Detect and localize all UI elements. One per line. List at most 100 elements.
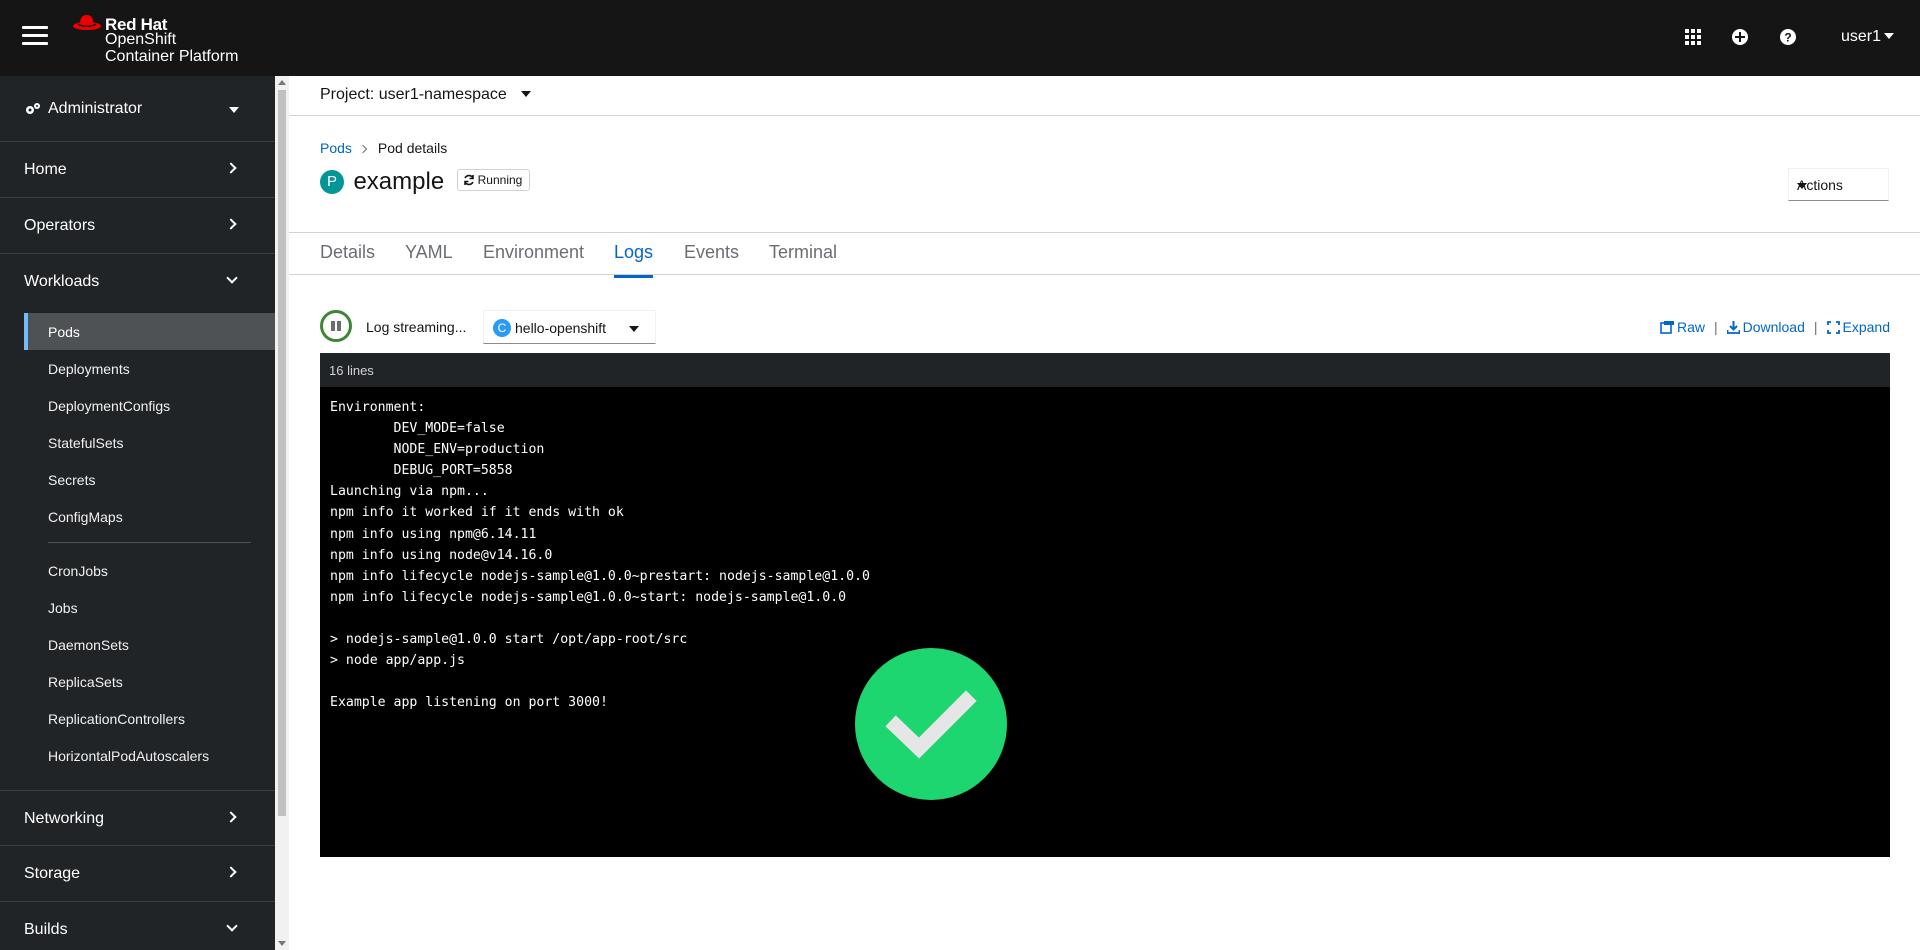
nav-section-label: Operators xyxy=(24,217,96,234)
sidebar-item-label: CronJobs xyxy=(48,563,108,579)
nav-section-home[interactable]: Home xyxy=(0,142,275,198)
caret-down-icon xyxy=(1797,183,1807,189)
help-icon[interactable]: ? xyxy=(1777,26,1799,48)
chevron-right-icon xyxy=(225,218,237,230)
nav-section-workloads[interactable]: Workloads xyxy=(0,254,275,310)
log-toolbar: Log streaming... C hello-openshift Raw | D… xyxy=(320,310,1890,344)
link-separator: | xyxy=(1713,319,1718,335)
sidebar-item-label: HorizontalPodAutoscalers xyxy=(48,748,210,764)
download-label: Download xyxy=(1742,319,1805,335)
log-line: Example app listening on port 3000! xyxy=(330,695,608,711)
expand-icon xyxy=(1826,321,1840,334)
sidebar-item-secrets[interactable]: Secrets xyxy=(24,461,275,498)
page-title-row: P example Running xyxy=(320,168,531,196)
expand-link[interactable]: Expand xyxy=(1826,319,1890,335)
sidebar-item-horizontalpodautoscalers[interactable]: HorizontalPodAutoscalers xyxy=(24,737,275,774)
project-label: Project: user1-namespace xyxy=(320,86,507,103)
sidebar-item-label: Pods xyxy=(48,324,80,340)
nav-section-builds[interactable]: Builds xyxy=(0,902,275,950)
sync-icon xyxy=(463,174,474,186)
brand-line-3: Container Platform xyxy=(105,48,239,65)
tab-yaml[interactable]: YAML xyxy=(405,242,453,263)
tab-environment[interactable]: Environment xyxy=(483,242,584,263)
external-window-icon xyxy=(1660,321,1674,334)
sidebar-item-deploymentconfigs[interactable]: DeploymentConfigs xyxy=(24,387,275,424)
log-window-header: 16 lines xyxy=(320,353,1890,387)
sidebar-item-pods[interactable]: Pods xyxy=(24,313,275,350)
log-line: NODE_ENV=production xyxy=(330,442,545,458)
container-resource-badge: C xyxy=(493,319,511,337)
sidebar-item-jobs[interactable]: Jobs xyxy=(24,589,275,626)
nav-section-storage[interactable]: Storage xyxy=(0,846,275,902)
log-line: > nodejs-sample@1.0.0 start /opt/app-roo… xyxy=(330,632,688,648)
actions-dropdown[interactable]: Actions xyxy=(1788,168,1889,201)
scroll-down-arrow-icon[interactable] xyxy=(278,941,286,946)
scrollbar-thumb[interactable] xyxy=(278,90,286,816)
raw-link[interactable]: Raw xyxy=(1660,319,1705,335)
sidebar-item-label: StatefulSets xyxy=(48,435,124,451)
raw-label: Raw xyxy=(1676,319,1705,335)
tab-details[interactable]: Details xyxy=(320,242,375,263)
sidebar-scrollbar[interactable] xyxy=(275,76,289,950)
status-text: Running xyxy=(477,173,523,187)
sidebar-item-deployments[interactable]: Deployments xyxy=(24,350,275,387)
nav-section-label: Networking xyxy=(24,810,105,827)
tab-logs[interactable]: Logs xyxy=(614,242,654,278)
sidebar-item-replicationcontrollers[interactable]: ReplicationControllers xyxy=(24,700,275,737)
perspective-switcher[interactable]: Administrator xyxy=(0,76,275,142)
caret-down-icon xyxy=(229,107,239,113)
nav-section-label: Workloads xyxy=(24,273,100,290)
project-bar: Project: user1-namespace xyxy=(289,76,1920,116)
sidebar-item-label: Jobs xyxy=(48,600,78,616)
log-line: npm info using node@v14.16.0 xyxy=(330,547,553,563)
container-selector[interactable]: C hello-openshift xyxy=(483,310,656,344)
log-window[interactable]: 16 lines Environment: DEV_MODE=false NOD… xyxy=(320,353,1890,857)
download-link[interactable]: Download xyxy=(1726,319,1805,335)
nav-section-label: Builds xyxy=(24,921,68,938)
nav-section-label: Storage xyxy=(24,865,81,882)
tab-events[interactable]: Events xyxy=(684,242,739,263)
plus-circle-icon[interactable] xyxy=(1729,26,1751,48)
sidebar-item-replicasets[interactable]: ReplicaSets xyxy=(24,663,275,700)
sidebar-nav: Administrator Home Operators Workloads P… xyxy=(0,76,275,950)
log-line: DEV_MODE=false xyxy=(330,421,505,437)
sidebar-item-statefulsets[interactable]: StatefulSets xyxy=(24,424,275,461)
svg-text:?: ? xyxy=(1784,31,1791,45)
nav-section-operators[interactable]: Operators xyxy=(0,198,275,254)
log-line: npm info lifecycle nodejs-sample@1.0.0~p… xyxy=(330,568,870,584)
chevron-right-icon xyxy=(225,162,237,174)
chevron-down-icon xyxy=(226,920,238,932)
sidebar-item-label: DaemonSets xyxy=(48,637,129,653)
breadcrumb-pods-link[interactable]: Pods xyxy=(320,140,352,156)
log-line: npm info using npm@6.14.11 xyxy=(330,526,537,542)
pod-resource-badge: P xyxy=(320,170,344,194)
project-selector[interactable]: Project: user1-namespace xyxy=(320,86,531,104)
scroll-up-arrow-icon[interactable] xyxy=(278,80,286,85)
log-line: npm info lifecycle nodejs-sample@1.0.0~s… xyxy=(330,589,847,605)
caret-down-icon xyxy=(629,326,639,332)
breadcrumb: Pods Pod details xyxy=(320,140,447,156)
sidebar-item-cronjobs[interactable]: CronJobs xyxy=(24,552,275,589)
masthead: Red Hat OpenShift Container Platform ? u… xyxy=(0,0,1920,76)
perspective-label: Administrator xyxy=(48,100,143,117)
sidebar-item-label: ReplicaSets xyxy=(48,674,123,690)
app-launcher-icon[interactable] xyxy=(1682,26,1704,48)
tab-terminal[interactable]: Terminal xyxy=(769,242,837,263)
nav-section-networking[interactable]: Networking xyxy=(0,790,275,846)
tab-bar: Details YAML Environment Logs Events Ter… xyxy=(289,232,1920,278)
user-menu[interactable]: user1 xyxy=(1841,28,1894,46)
log-line: npm info it worked if it ends with ok xyxy=(330,505,624,521)
page-title: example xyxy=(353,168,445,195)
breadcrumb-current: Pod details xyxy=(377,140,448,156)
sidebar-item-daemonsets[interactable]: DaemonSets xyxy=(24,626,275,663)
pause-streaming-button[interactable] xyxy=(320,310,352,342)
log-line: DEBUG_PORT=5858 xyxy=(330,463,513,479)
status-badge: Running xyxy=(456,169,531,191)
sidebar-item-label: Deployments xyxy=(48,361,130,377)
chevron-right-icon xyxy=(225,866,237,878)
hamburger-menu-icon[interactable] xyxy=(22,26,48,48)
sidebar-item-configmaps[interactable]: ConfigMaps xyxy=(24,498,275,535)
log-output: Environment: DEV_MODE=false NODE_ENV=pro… xyxy=(330,397,1880,735)
